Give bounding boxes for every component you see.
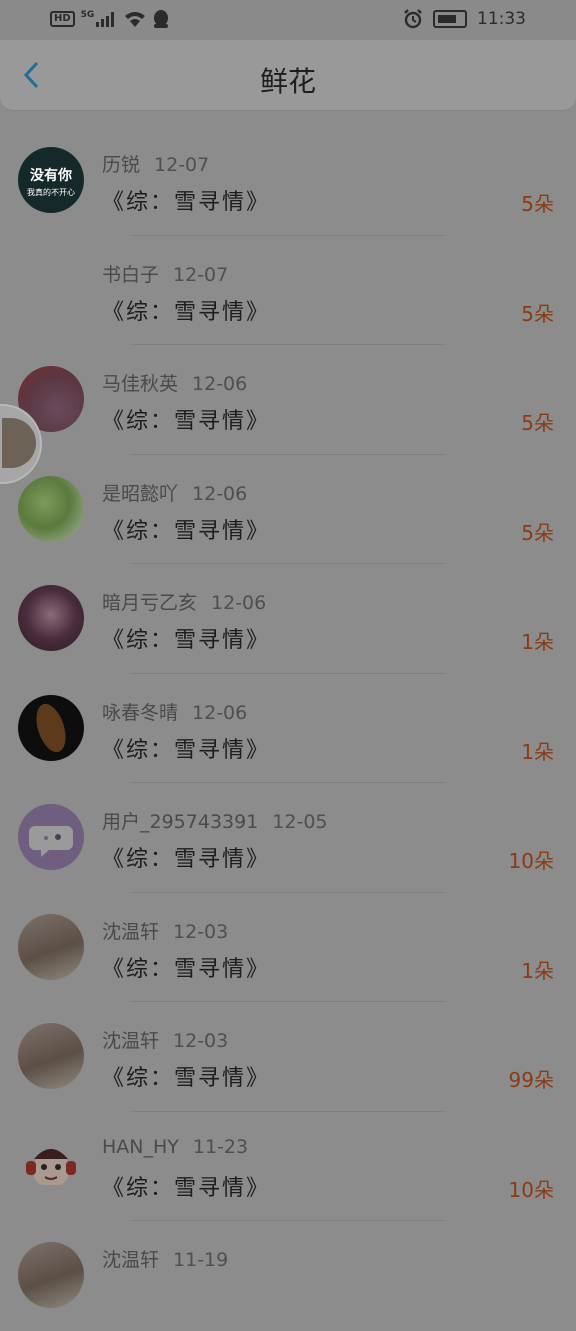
flower-count: 10朵 — [508, 849, 554, 873]
flower-count: 99朵 — [508, 1068, 554, 1092]
gift-date: 12-06 — [192, 701, 248, 724]
avatar[interactable] — [18, 1132, 84, 1199]
flower-count: 1朵 — [521, 958, 554, 983]
flower-count: 5朵 — [521, 520, 554, 545]
book-title: 《综：雪寻情》 — [102, 737, 271, 763]
gift-date: 12-05 — [272, 811, 328, 833]
user-name: 沈温轩 — [102, 1030, 160, 1052]
flower-count: 5朵 — [521, 411, 554, 435]
list-item[interactable]: 沈温轩 12-03 《综：雪寻情》 99朵 — [0, 1002, 576, 1112]
gift-date: 11-19 — [173, 1249, 229, 1271]
book-title: 《综：雪寻情》 — [102, 956, 271, 982]
gift-date: 12-03 — [173, 1030, 229, 1052]
flower-count: 5朵 — [521, 301, 554, 326]
gift-date: 11-23 — [192, 1135, 249, 1158]
status-bar: HD 5G 11:33 — [0, 0, 576, 40]
gift-date: 12-03 — [173, 920, 229, 943]
flower-count: 5朵 — [521, 192, 554, 216]
user-name: 咏春冬晴 — [102, 701, 179, 724]
page-title: 鲜花 — [259, 65, 316, 98]
list-item[interactable]: 沈温轩 11-19 — [0, 1221, 576, 1331]
gift-date: 12-06 — [211, 592, 267, 614]
list-item[interactable]: 没有你 我真的不开心 历锐 12-07 《综：雪寻情》 5朵 — [0, 126, 576, 236]
book-title: 《综：雪寻情》 — [102, 1175, 271, 1201]
avatar[interactable]: 没有你 我真的不开心 — [18, 147, 84, 213]
list-item[interactable]: 书白子 12-07 《综：雪寻情》 5朵 — [0, 236, 576, 345]
user-name: 书白子 — [102, 263, 160, 286]
chat-bubble-icon — [29, 826, 73, 857]
book-title: 《综：雪寻情》 — [102, 628, 271, 653]
avatar[interactable] — [18, 585, 84, 651]
list-item[interactable]: 咏春冬晴 12-06 《综：雪寻情》 1朵 — [0, 674, 576, 783]
flower-count: 1朵 — [521, 630, 554, 654]
book-title: 《综：雪寻情》 — [102, 1066, 271, 1091]
user-name: 暗月亏乙亥 — [102, 592, 198, 614]
gift-date: 12-06 — [192, 373, 248, 395]
list-item[interactable]: 沈温轩 12-03 《综：雪寻情》 1朵 — [0, 893, 576, 1002]
wifi-icon — [125, 12, 146, 27]
clock: 11:33 — [477, 9, 526, 29]
user-name: 马佳秋英 — [102, 373, 179, 395]
user-name: 历锐 — [102, 154, 141, 176]
book-title: 《综：雪寻情》 — [102, 847, 271, 872]
book-title: 《综：雪寻情》 — [102, 190, 271, 215]
book-title: 《综：雪寻情》 — [102, 409, 271, 434]
user-name: HAN_HY — [102, 1135, 179, 1158]
alarm-icon — [404, 9, 422, 29]
battery-icon — [433, 10, 467, 28]
network-type: 5G — [80, 10, 95, 20]
avatar[interactable] — [18, 804, 84, 870]
flower-count: 1朵 — [521, 739, 554, 764]
book-title: 《综：雪寻情》 — [102, 518, 271, 544]
list-item[interactable]: 用户_295743391 12-05 《综：雪寻情》 10朵 — [0, 783, 576, 893]
signal-icon — [96, 11, 118, 27]
flower-list: 没有你 我真的不开心 历锐 12-07 《综：雪寻情》 5朵 书白子 12-07 《… — [0, 126, 576, 1331]
user-name: 沈温轩 — [102, 1249, 160, 1271]
avatar[interactable] — [18, 694, 84, 761]
gift-date: 12-06 — [192, 482, 248, 505]
list-item[interactable]: 是昭懿吖 12-06 《综：雪寻情》 5朵 — [0, 455, 576, 564]
assistant-icon — [2, 418, 36, 468]
header: 鲜花 — [0, 40, 576, 111]
cartoon-face-icon — [26, 1148, 76, 1185]
flower-count: 10朵 — [508, 1177, 554, 1202]
list-item[interactable]: 马佳秋英 12-06 《综：雪寻情》 5朵 — [0, 345, 576, 455]
avatar[interactable] — [18, 1242, 84, 1308]
avatar[interactable] — [18, 1023, 84, 1089]
user-name: 是昭懿吖 — [102, 482, 179, 505]
user-name: 用户_295743391 — [102, 811, 259, 833]
avatar[interactable] — [18, 475, 84, 542]
gift-date: 12-07 — [154, 154, 210, 176]
user-name: 沈温轩 — [102, 920, 160, 943]
list-item[interactable]: 暗月亏乙亥 12-06 《综：雪寻情》 1朵 — [0, 564, 576, 674]
hd-indicator: HD — [50, 11, 75, 27]
book-title: 《综：雪寻情》 — [102, 299, 271, 325]
list-item[interactable]: HAN_HY 11-23 《综：雪寻情》 10朵 — [0, 1112, 576, 1221]
qq-icon — [154, 10, 169, 28]
avatar[interactable] — [18, 913, 84, 980]
gift-date: 12-07 — [173, 263, 229, 286]
